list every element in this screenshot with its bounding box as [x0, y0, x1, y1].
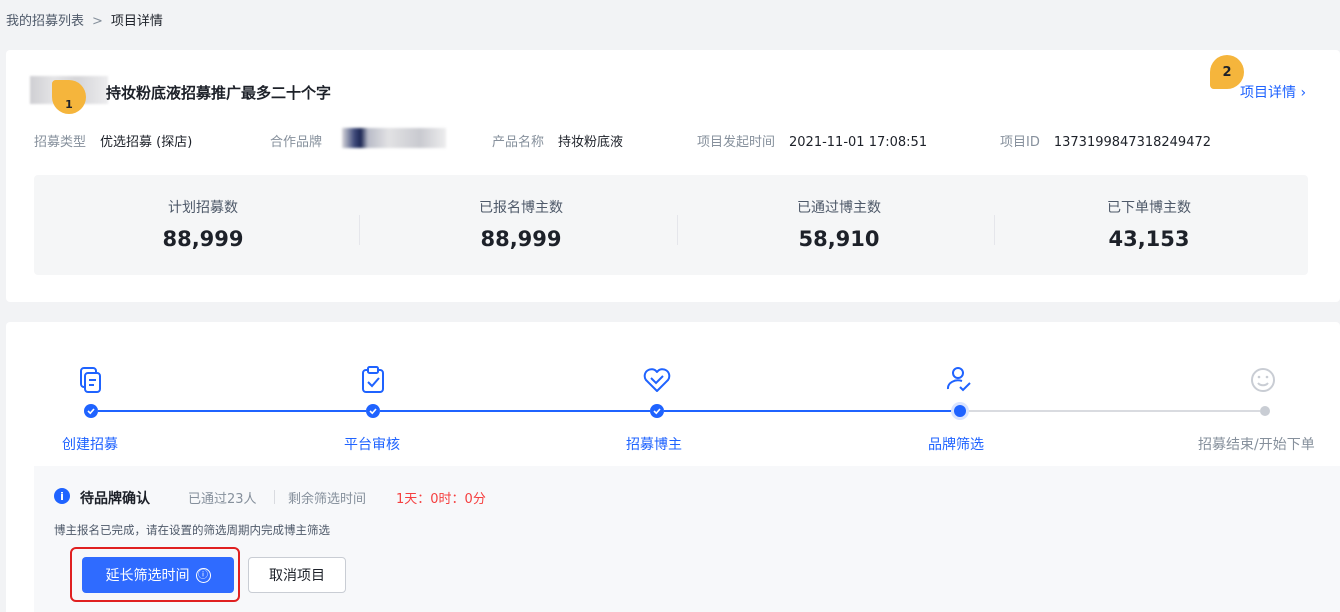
tour-badge-1: 1: [52, 80, 86, 114]
info-value: 持妆粉底液: [558, 135, 624, 150]
step-current-dot: [954, 405, 966, 417]
notice-separator: [274, 490, 275, 504]
stat-approved: 已通过博主数 58,910: [680, 175, 998, 275]
notice-remaining-label: 剩余筛选时间: [288, 492, 367, 507]
stat-divider: [677, 215, 678, 245]
clipboard-check-icon: [362, 366, 384, 393]
step-label-finish: 招募结束/开始下单: [1198, 437, 1315, 453]
info-label: 产品名称: [492, 135, 545, 150]
check-icon: [87, 408, 95, 415]
step-done-dot: [650, 404, 664, 418]
tour-badge-2: 2: [1210, 55, 1244, 89]
info-brand: 合作品牌: [270, 131, 336, 150]
step-label-create: 创建招募: [62, 437, 118, 453]
handshake-heart-icon: [643, 368, 671, 392]
info-value: 2021-11-01 17:08:51: [789, 135, 928, 150]
step-label-recruit: 招募博主: [626, 437, 682, 453]
button-label: 延长筛选时间: [105, 568, 190, 584]
info-icon: i: [54, 488, 70, 504]
stats-panel: 计划招募数 88,999 已报名博主数 88,999 已通过博主数 58,910…: [34, 175, 1308, 275]
step-done-dot: [366, 404, 380, 418]
breadcrumb-separator: >: [92, 14, 103, 29]
info-project-id: 项目ID 1373199847318249472: [1000, 131, 1211, 150]
project-title: 持妆粉底液招募推广最多二十个字: [106, 84, 332, 102]
stat-title: 已通过博主数: [797, 200, 881, 216]
stat-planned: 计划招募数 88,999: [44, 175, 362, 275]
step-connector-done: [664, 410, 954, 412]
notice-passed-count: 已通过23人: [188, 492, 257, 507]
stat-title: 已报名博主数: [479, 200, 563, 216]
breadcrumb-current: 项目详情: [110, 14, 163, 29]
document-copy-icon: [80, 367, 101, 393]
stat-value: 88,999: [480, 227, 562, 251]
stat-divider: [359, 215, 360, 245]
info-start-time: 项目发起时间 2021-11-01 17:08:51: [697, 131, 927, 150]
stat-value: 43,153: [1108, 227, 1190, 251]
notice-description: 博主报名已完成，请在设置的筛选周期内完成博主筛选: [54, 523, 330, 537]
step-label-brand-filter: 品牌筛选: [928, 437, 984, 453]
extend-filter-time-button[interactable]: 延长筛选时间 ⓘ: [82, 557, 234, 593]
info-circle-icon[interactable]: ⓘ: [195, 567, 211, 583]
stat-title: 计划招募数: [168, 200, 238, 216]
notice-remaining-time: 1天：0时：0分: [396, 492, 486, 507]
brand-logo: [342, 128, 446, 148]
stat-value: 88,999: [162, 227, 244, 251]
step-done-dot: [84, 404, 98, 418]
stat-value: 58,910: [798, 227, 880, 251]
step-label-review: 平台审核: [344, 437, 400, 453]
stat-title: 已下单博主数: [1107, 200, 1191, 216]
check-icon: [369, 408, 377, 415]
info-label: 合作品牌: [270, 135, 323, 150]
info-value: 1373199847318249472: [1053, 135, 1212, 150]
cancel-project-button[interactable]: 取消项目: [248, 557, 346, 593]
smile-icon: [1251, 368, 1275, 392]
step-pending-dot: [1260, 406, 1270, 416]
step-connector-pending: [966, 410, 1260, 412]
breadcrumb: 我的招募列表 > 项目详情: [6, 10, 163, 29]
info-label: 项目ID: [1000, 135, 1040, 150]
step-connector-done: [380, 410, 650, 412]
info-label: 项目发起时间: [697, 135, 776, 150]
check-icon: [653, 408, 661, 415]
stat-ordered: 已下单博主数 43,153: [990, 175, 1308, 275]
notice-title: 待品牌确认: [80, 491, 150, 507]
breadcrumb-parent-link[interactable]: 我的招募列表: [6, 14, 84, 29]
stat-registered: 已报名博主数 88,999: [362, 175, 680, 275]
info-product: 产品名称 持妆粉底液: [492, 131, 623, 150]
info-label: 招募类型: [34, 135, 87, 150]
info-recruit-type: 招募类型 优选招募 (探店): [34, 131, 192, 150]
info-value: 优选招募 (探店): [100, 135, 193, 150]
step-connector-done: [98, 410, 366, 412]
user-check-icon: [946, 367, 971, 392]
project-detail-link[interactable]: 项目详情 ›: [1240, 82, 1306, 102]
